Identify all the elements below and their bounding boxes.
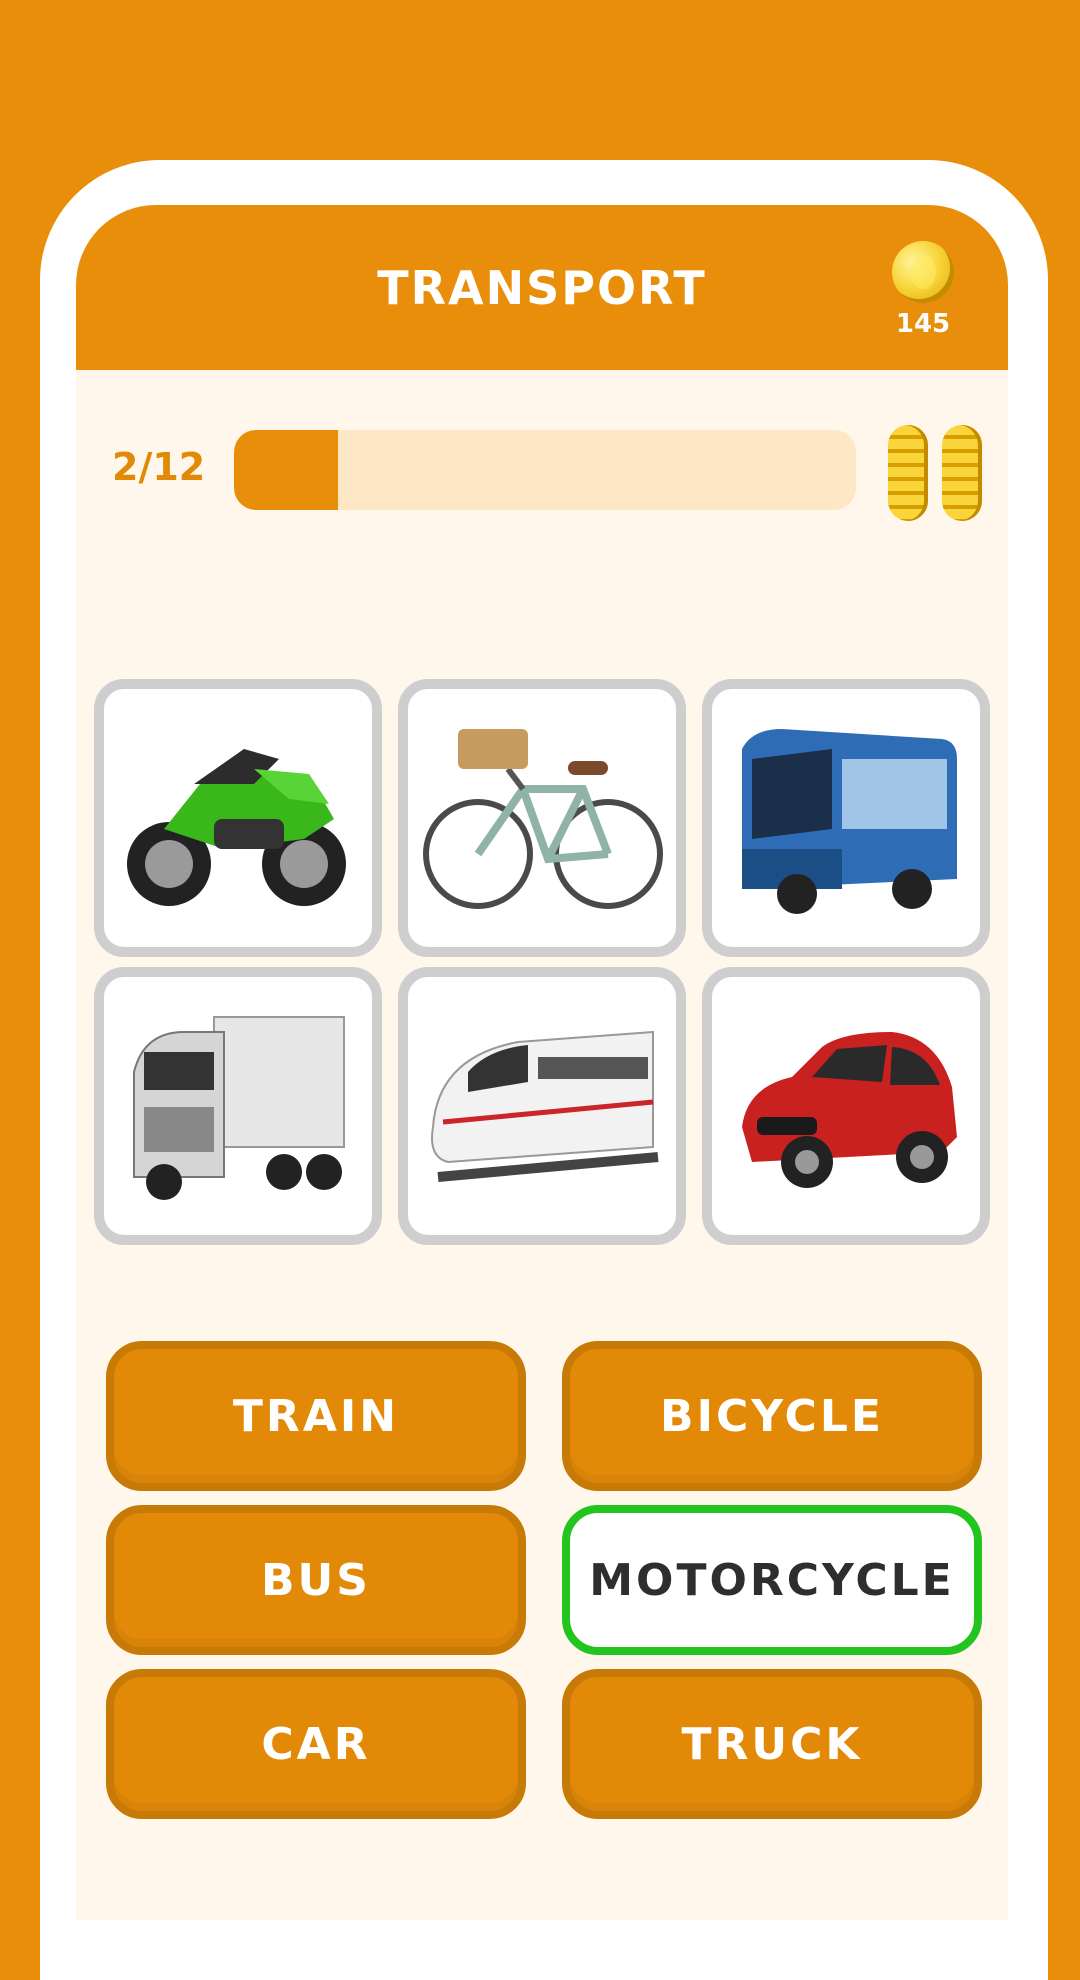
bus-icon [742,729,957,914]
answer-label: BUS [261,1554,371,1606]
answer-label: TRAIN [232,1390,400,1442]
picture-card-train[interactable] [398,967,686,1245]
category-title: TRANSPORT [377,261,707,315]
car-icon [742,1032,957,1188]
progress-bar [234,430,856,510]
answer-label: TRUCK [681,1718,863,1770]
answer-button-truck[interactable]: TRUCK [562,1669,982,1819]
truck-icon [133,1016,345,1200]
answer-button-bicycle[interactable]: BICYCLE [562,1341,982,1491]
picture-card-truck[interactable] [94,967,382,1245]
progress-fill [234,430,338,510]
game-screen: TRANSPORT 145 2/12 TRAIN BICYCLE BUS MOT… [76,205,1008,1920]
header-bar: TRANSPORT 145 [76,205,1008,370]
train-icon [431,1030,659,1182]
answer-label: CAR [261,1718,371,1770]
answer-button-car[interactable]: CAR [106,1669,526,1819]
coin-balance: 145 [878,241,968,339]
coin-count: 145 [895,309,951,339]
picture-card-bicycle[interactable] [398,679,686,957]
picture-card-car[interactable] [702,967,990,1245]
answer-button-motorcycle[interactable]: MOTORCYCLE [562,1505,982,1655]
motorcycle-icon [127,749,346,906]
coin-stack-icon [884,421,994,521]
answer-label: BICYCLE [660,1390,884,1442]
answer-button-bus[interactable]: BUS [106,1505,526,1655]
progress-label: 2/12 [112,445,206,489]
coin-icon [892,241,954,303]
bicycle-icon [423,729,663,909]
answer-button-train[interactable]: TRAIN [106,1341,526,1491]
picture-card-motorcycle[interactable] [94,679,382,957]
answer-label: MOTORCYCLE [589,1554,955,1606]
picture-card-bus[interactable] [702,679,990,957]
